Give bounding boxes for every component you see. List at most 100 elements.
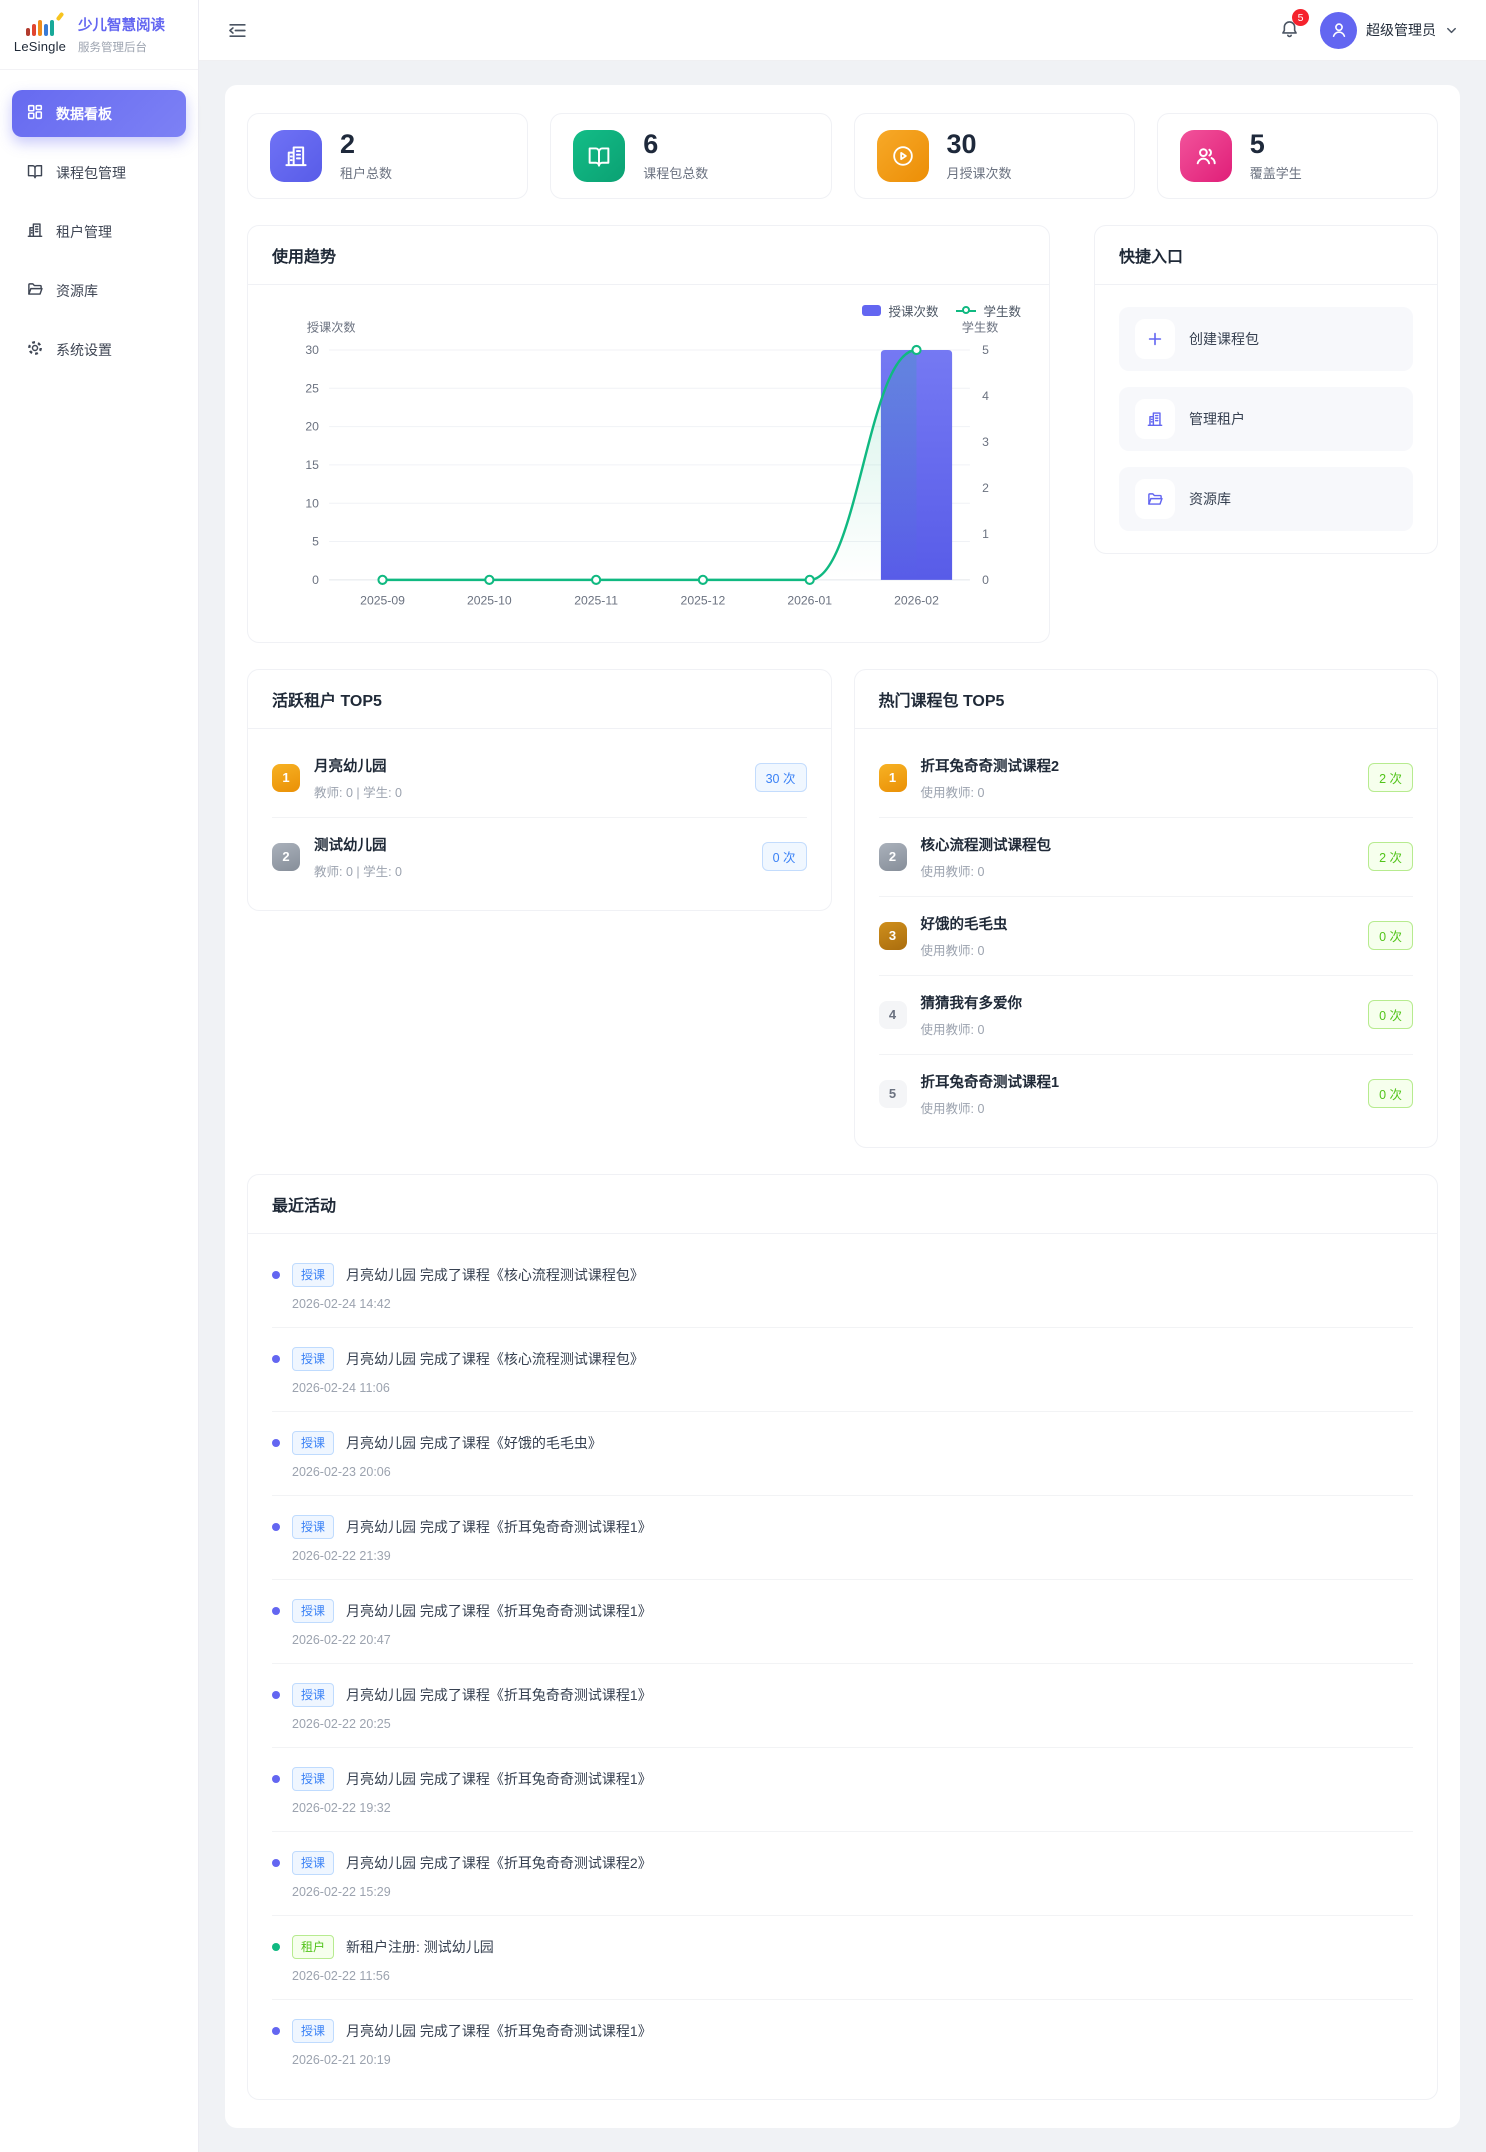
active-tenants-title: 活跃租户 TOP5 xyxy=(248,670,831,729)
activity-time: 2026-02-22 21:39 xyxy=(292,1549,1413,1563)
quick-link-create-package[interactable]: 创建课程包 xyxy=(1119,307,1413,371)
item-meta: 使用教师: 0 xyxy=(921,940,1355,959)
app-title: 少儿智慧阅读 xyxy=(78,14,165,35)
sidebar-collapse-button[interactable] xyxy=(227,20,248,41)
list-item: 3 好饿的毛毛虫 使用教师: 0 0 次 xyxy=(879,897,1414,976)
usage-trend-title: 使用趋势 xyxy=(248,226,1049,285)
lesingle-logo: LeSingle xyxy=(12,16,68,54)
item-name: 折耳兔奇奇测试课程1 xyxy=(921,1071,1355,1092)
activity-tag: 授课 xyxy=(292,1683,334,1707)
main-area: 5 超级管理员 xyxy=(199,0,1486,2152)
notifications-button[interactable]: 5 xyxy=(1279,15,1300,45)
activity-time: 2026-02-22 19:32 xyxy=(292,1801,1413,1815)
book-icon xyxy=(573,130,625,182)
play-icon xyxy=(877,130,929,182)
sidebar-item-dashboard[interactable]: 数据看板 xyxy=(12,90,186,137)
legend-label: 授课次数 xyxy=(888,301,938,320)
list-item: 2 测试幼儿园 教师: 0 | 学生: 0 0 次 xyxy=(272,818,807,896)
activity-row: 授课 月亮幼儿园 完成了课程《折耳兔奇奇测试课程1》 2026-02-22 20… xyxy=(272,1664,1413,1748)
building-icon xyxy=(270,130,322,182)
count-badge: 2 次 xyxy=(1368,842,1413,871)
chart-legend[interactable]: 授课次数 学生数 xyxy=(862,301,1021,320)
quick-link-manage-tenants[interactable]: 管理租户 xyxy=(1119,387,1413,451)
user-menu[interactable]: 超级管理员 xyxy=(1320,12,1458,49)
activity-dot xyxy=(272,1607,280,1615)
stat-card-students: 5 覆盖学生 xyxy=(1157,113,1438,199)
hot-packages-card: 热门课程包 TOP5 1 折耳兔奇奇测试课程2 使用教师: 0 2 次 2 核心… xyxy=(854,669,1439,1148)
sidebar-item-label: 资源库 xyxy=(56,281,98,301)
count-badge: 2 次 xyxy=(1368,763,1413,792)
activity-time: 2026-02-22 15:29 xyxy=(292,1885,1413,1899)
stats-row: 2 租户总数 6 课程包总数 xyxy=(247,113,1438,199)
svg-text:授课次数: 授课次数 xyxy=(307,320,356,335)
logo-bars-icon xyxy=(12,16,68,36)
legend-line-swatch xyxy=(956,310,976,312)
sidebar-item-course-packages[interactable]: 课程包管理 xyxy=(12,149,186,196)
activity-tag: 租户 xyxy=(292,1935,334,1959)
svg-text:2026-01: 2026-01 xyxy=(787,594,832,608)
activity-time: 2026-02-22 11:56 xyxy=(292,1969,1413,1983)
activity-tag: 授课 xyxy=(292,1515,334,1539)
count-badge: 0 次 xyxy=(762,842,807,871)
activity-dot xyxy=(272,1355,280,1363)
stat-label: 月授课次数 xyxy=(947,163,1012,182)
activity-tag: 授课 xyxy=(292,1431,334,1455)
svg-text:20: 20 xyxy=(305,420,319,434)
notification-badge: 5 xyxy=(1292,9,1309,26)
count-badge: 0 次 xyxy=(1368,1000,1413,1029)
activity-tag: 授课 xyxy=(292,1767,334,1791)
rank-badge: 3 xyxy=(879,922,907,950)
folder-icon xyxy=(1135,479,1175,519)
menu-fold-icon xyxy=(227,20,248,41)
svg-text:3: 3 xyxy=(982,435,989,449)
svg-text:1: 1 xyxy=(982,527,989,541)
building-icon xyxy=(26,221,44,242)
activity-time: 2026-02-22 20:47 xyxy=(292,1633,1413,1647)
activity-text: 月亮幼儿园 完成了课程《折耳兔奇奇测试课程1》 xyxy=(346,1769,652,1789)
quick-link-label: 管理租户 xyxy=(1189,409,1245,429)
legend-item-lessons[interactable]: 授课次数 xyxy=(862,301,938,320)
stat-value: 30 xyxy=(947,130,1012,158)
activity-dot xyxy=(272,1271,280,1279)
svg-text:2025-11: 2025-11 xyxy=(574,594,618,608)
activity-text: 月亮幼儿园 完成了课程《折耳兔奇奇测试课程2》 xyxy=(346,1853,652,1873)
top-header: 5 超级管理员 xyxy=(199,0,1486,61)
activity-row: 授课 月亮幼儿园 完成了课程《折耳兔奇奇测试课程1》 2026-02-22 20… xyxy=(272,1580,1413,1664)
sidebar-item-resources[interactable]: 资源库 xyxy=(12,267,186,314)
svg-text:10: 10 xyxy=(305,497,319,511)
rank-badge: 4 xyxy=(879,1001,907,1029)
legend-bar-swatch xyxy=(862,305,881,316)
stat-value: 6 xyxy=(643,130,708,158)
activity-dot xyxy=(272,1943,280,1951)
quick-entry-card: 快捷入口 创建课程包 xyxy=(1094,225,1438,554)
sidebar: LeSingle 少儿智慧阅读 服务管理后台 数据看板 xyxy=(0,0,199,2152)
avatar xyxy=(1320,12,1357,49)
legend-item-students[interactable]: 学生数 xyxy=(956,301,1021,320)
sidebar-item-settings[interactable]: 系统设置 xyxy=(12,326,186,373)
quick-link-label: 创建课程包 xyxy=(1189,329,1259,349)
folder-icon xyxy=(26,280,44,301)
activity-text: 月亮幼儿园 完成了课程《核心流程测试课程包》 xyxy=(346,1265,644,1285)
item-meta: 使用教师: 0 xyxy=(921,1098,1355,1117)
gear-icon xyxy=(26,339,44,360)
svg-text:学生数: 学生数 xyxy=(962,320,999,335)
stat-card-tenants: 2 租户总数 xyxy=(247,113,528,199)
plus-icon xyxy=(1135,319,1175,359)
active-tenants-list: 1 月亮幼儿园 教师: 0 | 学生: 0 30 次 2 测试幼儿园 教师: 0… xyxy=(248,729,831,910)
svg-text:2025-12: 2025-12 xyxy=(681,594,726,608)
svg-text:0: 0 xyxy=(982,573,989,587)
item-name: 核心流程测试课程包 xyxy=(921,834,1355,855)
activity-tag: 授课 xyxy=(292,1347,334,1371)
quick-link-label: 资源库 xyxy=(1189,489,1231,509)
activity-row: 授课 月亮幼儿园 完成了课程《核心流程测试课程包》 2026-02-24 14:… xyxy=(272,1244,1413,1328)
stat-value: 5 xyxy=(1250,130,1302,158)
rank-badge: 2 xyxy=(879,843,907,871)
svg-text:0: 0 xyxy=(312,573,319,587)
activity-time: 2026-02-23 20:06 xyxy=(292,1465,1413,1479)
list-item: 1 月亮幼儿园 教师: 0 | 学生: 0 30 次 xyxy=(272,739,807,818)
activity-time: 2026-02-24 14:42 xyxy=(292,1297,1413,1311)
rank-badge: 1 xyxy=(879,764,907,792)
quick-link-resources[interactable]: 资源库 xyxy=(1119,467,1413,531)
sidebar-item-tenants[interactable]: 租户管理 xyxy=(12,208,186,255)
list-item: 4 猜猜我有多爱你 使用教师: 0 0 次 xyxy=(879,976,1414,1055)
